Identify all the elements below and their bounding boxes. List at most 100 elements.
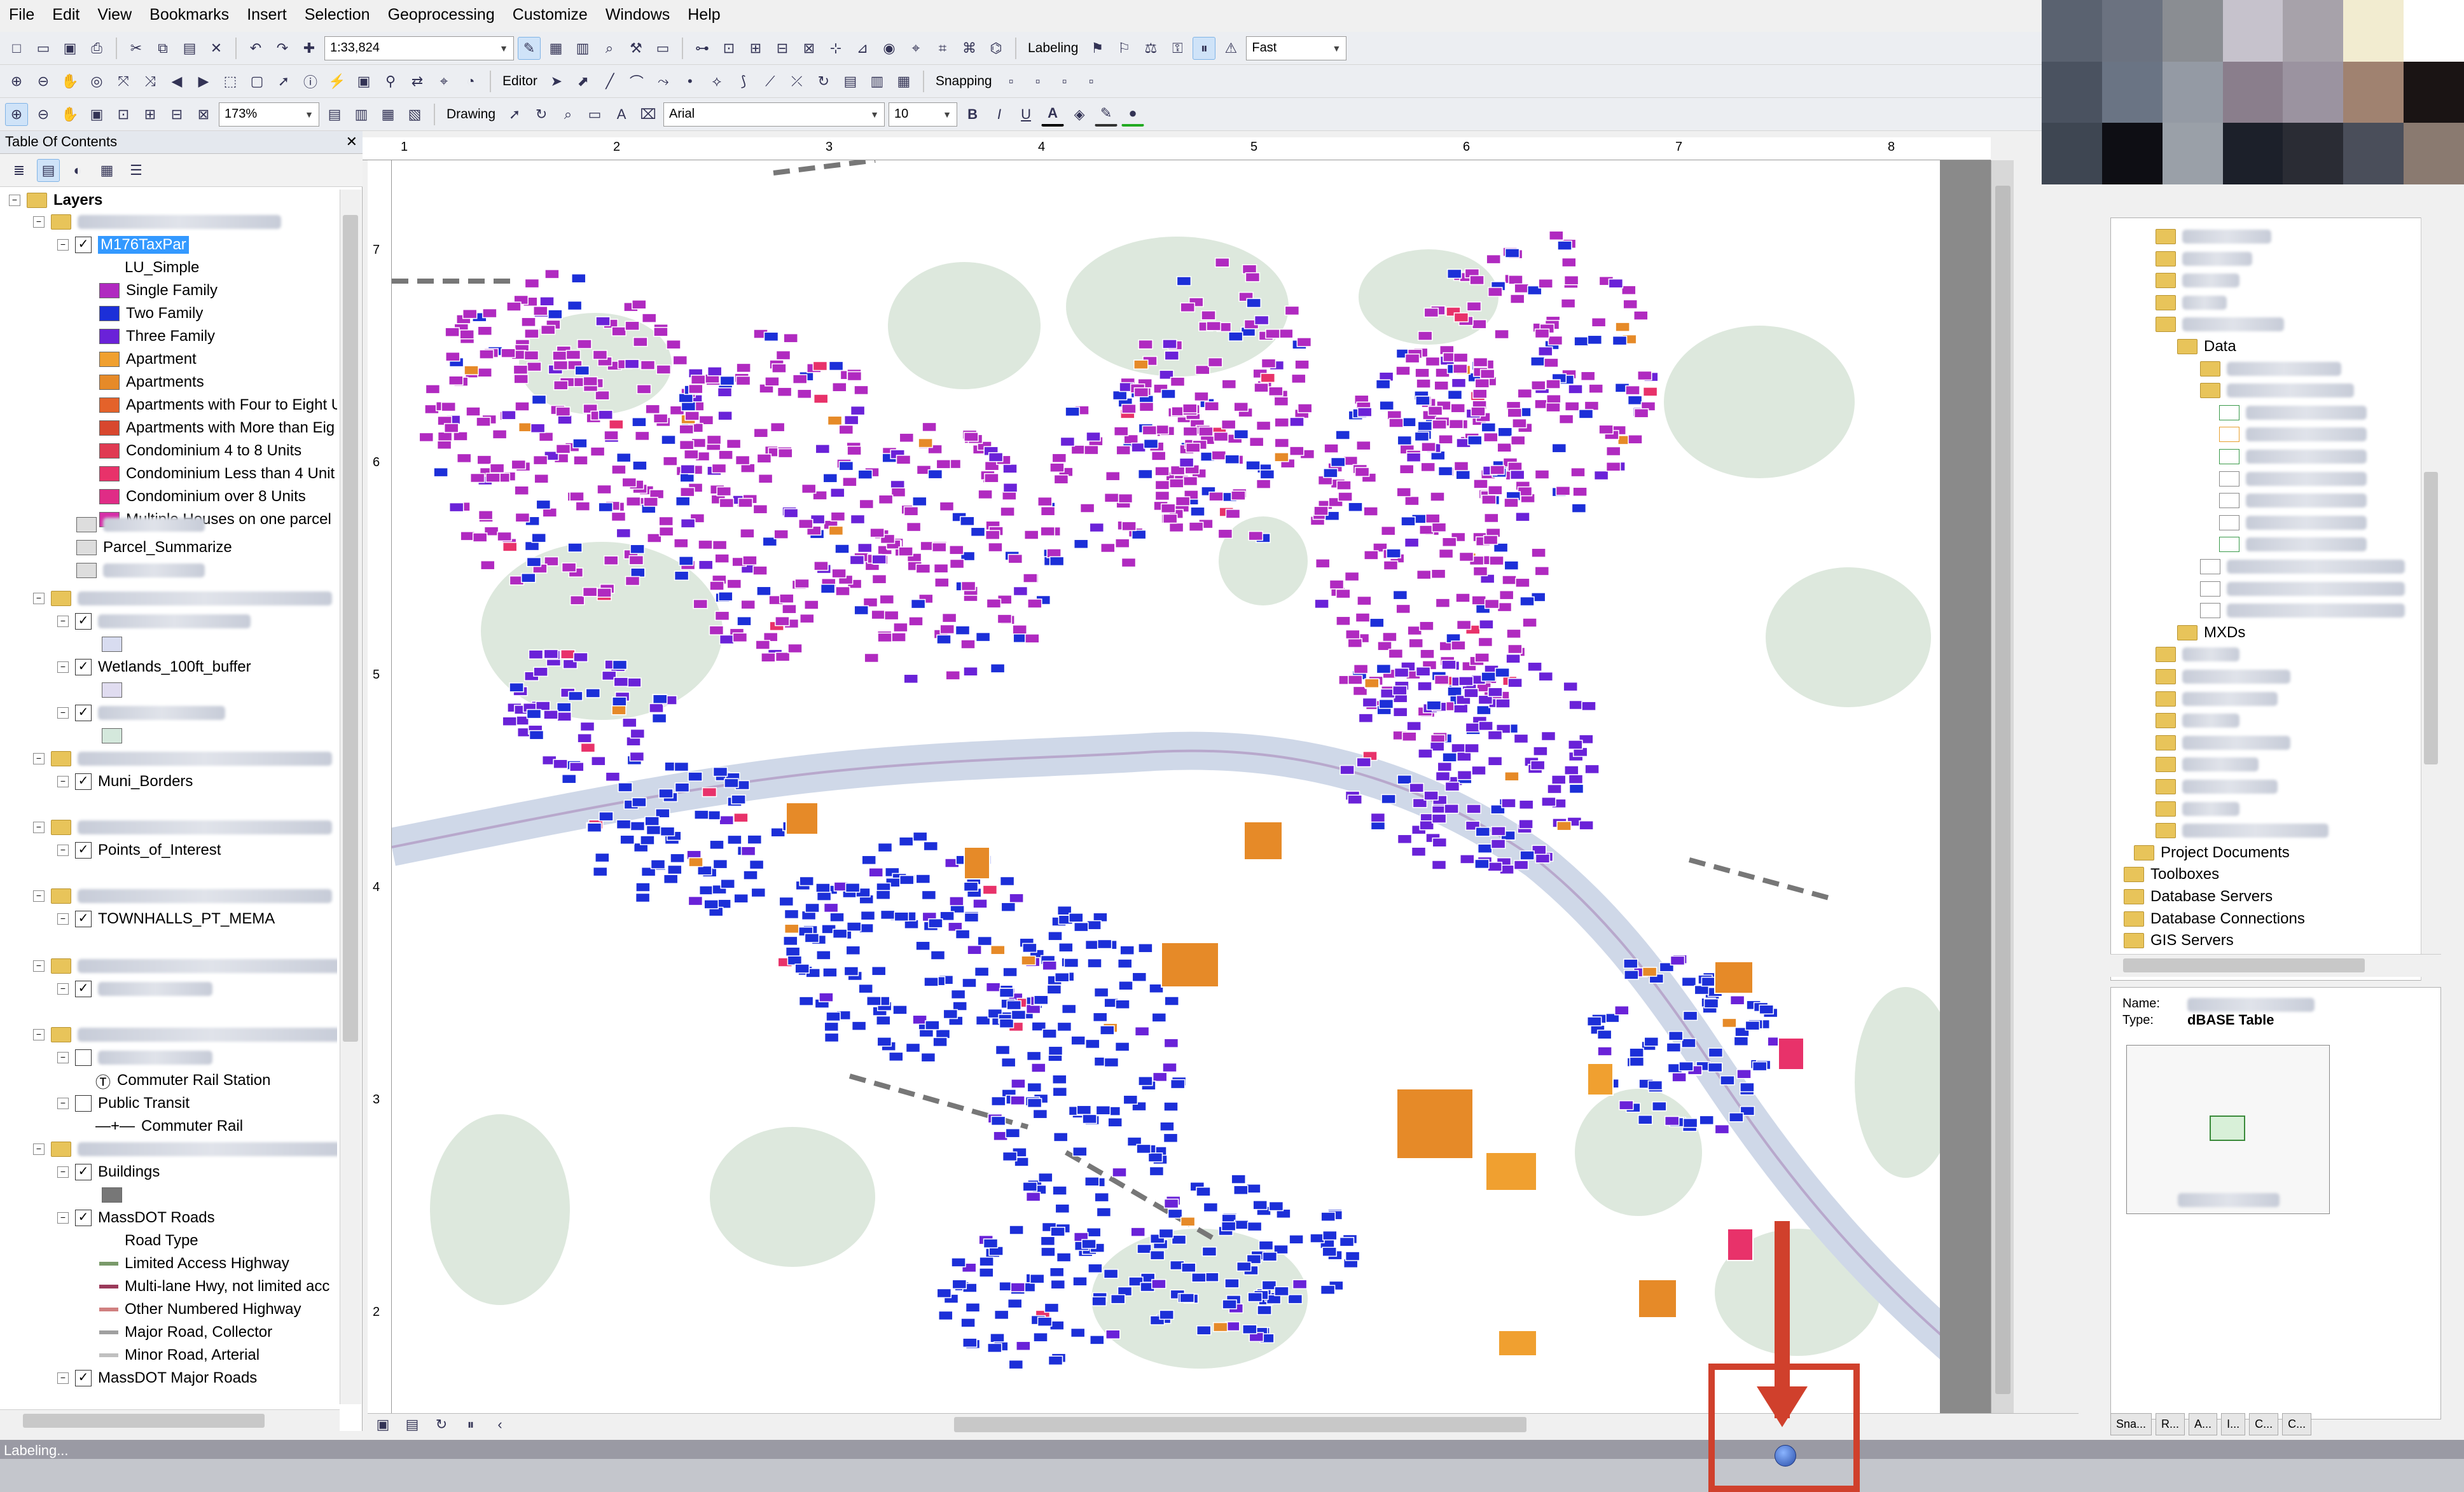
- legend-row[interactable]: Single Family: [99, 280, 218, 301]
- catalog-item[interactable]: [2156, 798, 2239, 820]
- catalog-item[interactable]: [2219, 512, 2367, 534]
- menu-geoprocessing[interactable]: Geoprocessing: [379, 6, 504, 24]
- reshape-icon[interactable]: ⟆: [732, 70, 755, 93]
- collapse-icon[interactable]: −: [57, 1052, 69, 1063]
- fixed-zoom-in-icon[interactable]: ⊞: [139, 103, 162, 126]
- collapse-icon[interactable]: −: [57, 707, 69, 719]
- menu-insert[interactable]: Insert: [238, 6, 296, 24]
- redo-icon[interactable]: ↷: [271, 37, 294, 60]
- copy-icon[interactable]: ⧉: [151, 37, 174, 60]
- add-data-icon[interactable]: ✚: [298, 37, 321, 60]
- collapse-icon[interactable]: −: [57, 913, 69, 925]
- collapse-icon[interactable]: −: [33, 890, 45, 902]
- list-by-selection-icon[interactable]: ▦: [95, 159, 118, 182]
- forward-extent-icon[interactable]: ▶: [192, 70, 215, 93]
- data-driven-pages-icon[interactable]: ▧: [403, 103, 426, 126]
- select-elements-icon[interactable]: ➚: [503, 103, 526, 126]
- edit-vertices-icon[interactable]: ⟡: [705, 70, 728, 93]
- font-size-combo[interactable]: 10 ▼: [889, 102, 958, 127]
- back-extent-icon[interactable]: ◀: [165, 70, 188, 93]
- trace-icon[interactable]: ⤳: [652, 70, 675, 93]
- table-of-contents-window-icon[interactable]: ▦: [544, 37, 567, 60]
- label-quality-combo[interactable]: Fast ▼: [1246, 36, 1347, 60]
- edit-annotation-icon[interactable]: ⬈: [572, 70, 595, 93]
- list-by-drawing-order-icon[interactable]: ≣: [8, 159, 31, 182]
- point-snapping-icon[interactable]: ▫: [1000, 70, 1023, 93]
- map-canvas[interactable]: [392, 160, 1965, 1418]
- legend-row[interactable]: Apartments: [99, 371, 204, 393]
- collapse-icon[interactable]: −: [9, 195, 20, 206]
- point-icon[interactable]: •: [679, 70, 702, 93]
- collapse-icon[interactable]: −: [57, 1166, 69, 1178]
- editor-menu[interactable]: Editor: [499, 74, 541, 89]
- toc-options-icon[interactable]: ☰: [125, 159, 148, 182]
- tab-snapping[interactable]: Sna...: [2110, 1413, 2152, 1435]
- catalog-item[interactable]: [2156, 314, 2284, 335]
- pan-icon[interactable]: ✋: [59, 70, 81, 93]
- layout-pan-icon[interactable]: ✋: [59, 103, 81, 126]
- catalog-item[interactable]: [2156, 776, 2278, 798]
- attributes-icon[interactable]: ▤: [839, 70, 862, 93]
- catalog-item[interactable]: [2156, 270, 2239, 291]
- label-tool-icon[interactable]: ⌖: [904, 37, 927, 60]
- collapse-icon[interactable]: −: [57, 616, 69, 627]
- parcel-summarize-label[interactable]: Parcel_Summarize: [103, 539, 232, 556]
- collapse-icon[interactable]: −: [57, 776, 69, 787]
- collapse-icon[interactable]: −: [33, 593, 45, 604]
- label-tool-icon[interactable]: ⌘: [958, 37, 981, 60]
- layer-visibility-checkbox[interactable]: ✓: [75, 1164, 92, 1180]
- find-icon[interactable]: ⚲: [379, 70, 402, 93]
- change-layout-icon[interactable]: ▦: [377, 103, 399, 126]
- townhalls-layer-label[interactable]: TOWNHALLS_PT_MEMA: [98, 910, 275, 928]
- catalog-item[interactable]: [2219, 534, 2367, 555]
- collapse-icon[interactable]: −: [57, 1212, 69, 1224]
- marker-color-icon[interactable]: ●: [1121, 102, 1145, 127]
- open-folder-icon[interactable]: ▭: [32, 37, 55, 60]
- line-color-icon[interactable]: ✎: [1095, 102, 1118, 127]
- catalog-item[interactable]: [2219, 446, 2367, 467]
- hyperlink-icon[interactable]: ⚡: [326, 70, 349, 93]
- menu-selection[interactable]: Selection: [296, 6, 379, 24]
- legend-row[interactable]: Apartments with Four to Eight U: [99, 394, 337, 416]
- focus-data-frame-icon[interactable]: ▥: [350, 103, 373, 126]
- collapse-icon[interactable]: −: [33, 216, 45, 228]
- time-slider-icon[interactable]: ◔: [459, 70, 482, 93]
- catalog-item[interactable]: [2200, 578, 2405, 600]
- rectangle-icon[interactable]: ▭: [583, 103, 606, 126]
- sketch-properties-icon[interactable]: ▥: [866, 70, 889, 93]
- catalog-item[interactable]: [2200, 556, 2405, 577]
- catalog-item[interactable]: [2156, 644, 2239, 665]
- tab-results[interactable]: R...: [2156, 1413, 2185, 1435]
- label-tool-icon[interactable]: ⌗: [931, 37, 954, 60]
- zoom-out-icon[interactable]: ⊖: [32, 70, 55, 93]
- catalog-item[interactable]: [2219, 402, 2367, 424]
- legend-row[interactable]: Apartment: [99, 349, 197, 370]
- search-window-icon[interactable]: ⌕: [598, 37, 621, 60]
- clear-selection-icon[interactable]: ▢: [246, 70, 268, 93]
- snapping-menu[interactable]: Snapping: [932, 74, 996, 89]
- layout-zoom-out-icon[interactable]: ⊖: [32, 103, 55, 126]
- collapse-icon[interactable]: −: [57, 1098, 69, 1109]
- catalog-item[interactable]: [2156, 688, 2278, 710]
- collapse-icon[interactable]: −: [57, 983, 69, 995]
- zoom-whole-page-icon[interactable]: ▣: [85, 103, 108, 126]
- html-popup-icon[interactable]: ▣: [352, 70, 375, 93]
- cut-icon[interactable]: ✂: [125, 37, 148, 60]
- catalog-item[interactable]: [2156, 754, 2259, 775]
- catalog-vertical-scrollbar[interactable]: [2421, 218, 2441, 981]
- tab-create-features[interactable]: C...: [2249, 1413, 2279, 1435]
- new-text-icon[interactable]: A: [610, 103, 633, 126]
- catalog-project-documents[interactable]: Project Documents: [2134, 842, 2290, 864]
- menu-view[interactable]: View: [88, 6, 141, 24]
- list-by-visibility-icon[interactable]: ◐: [66, 159, 89, 182]
- legend-row[interactable]: Multi-lane Hwy, not limited acc: [99, 1276, 329, 1297]
- map-horizontal-scrollbar-thumb[interactable]: [954, 1417, 1526, 1432]
- rotate-icon[interactable]: ↻: [530, 103, 553, 126]
- layer-visibility-checkbox[interactable]: ✓: [75, 705, 92, 721]
- legend-row[interactable]: Minor Road, Arterial: [99, 1344, 260, 1366]
- legend-row[interactable]: Limited Access Highway: [99, 1253, 289, 1274]
- font-family-combo[interactable]: Arial ▼: [663, 102, 885, 127]
- points-of-interest-layer-label[interactable]: Points_of_Interest: [98, 841, 221, 859]
- underline-button[interactable]: U: [1014, 103, 1037, 126]
- georef-tool-icon[interactable]: ⊠: [798, 37, 820, 60]
